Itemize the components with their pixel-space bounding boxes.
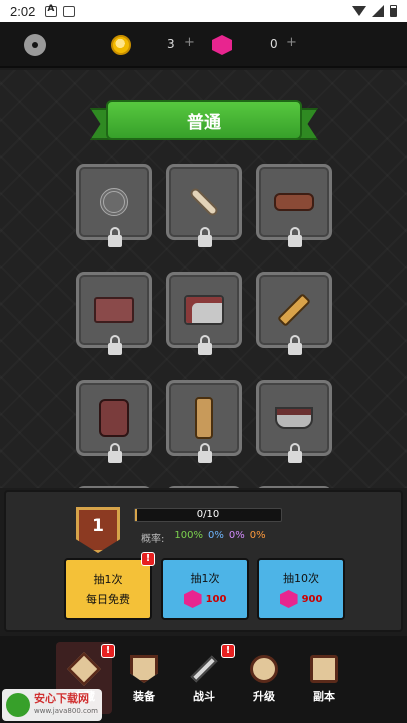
tab-battle-label: 战斗 (193, 690, 215, 703)
tab-dungeon[interactable]: 副本 (296, 642, 352, 714)
treasure-slot[interactable] (76, 164, 152, 247)
pot-icon (275, 407, 313, 429)
bone-icon (188, 186, 220, 218)
barrel-icon (99, 399, 129, 437)
rate-epic: 0% (228, 530, 245, 541)
treasure-slot[interactable] (76, 380, 152, 463)
gem-icon (279, 590, 298, 608)
rarity-banner: 普通 (90, 100, 318, 144)
map-icon (310, 655, 338, 683)
lock-icon (198, 335, 212, 355)
free-draw-title: 抽1次 (93, 573, 123, 586)
wood-log-icon (195, 397, 213, 439)
settings-gear-icon[interactable] (24, 34, 46, 56)
draw-panel: 1 0/10 概率: 100% 0% 0% 0% 抽1次 每日免费 ! 抽1次 … (4, 490, 403, 632)
treasure-slot[interactable] (256, 272, 332, 355)
rarity-banner-label: 普通 (106, 100, 302, 140)
notification-icon (45, 4, 58, 17)
draw-one-button[interactable]: 抽1次 100 (161, 558, 249, 620)
coin-count: 3 (167, 37, 175, 51)
lock-icon (108, 443, 122, 463)
add-coins-button[interactable]: + (184, 35, 195, 50)
watermark: 安心下载网 www.java800.com (2, 689, 102, 721)
lock-icon (288, 335, 302, 355)
currency-bar: 3 + 0 + (0, 22, 407, 68)
free-draw-button[interactable]: 抽1次 每日免费 (64, 558, 152, 620)
rate-common: 100% (174, 530, 203, 541)
book-icon (94, 297, 134, 323)
level-progress-bar: 0/10 (134, 508, 282, 522)
tab-dungeon-label: 副本 (313, 690, 335, 703)
lock-icon (108, 227, 122, 247)
treasure-slot[interactable] (166, 272, 242, 355)
alert-badge: ! (141, 552, 155, 566)
free-draw-subtitle: 每日免费 (86, 593, 130, 606)
signal-icon (372, 5, 384, 17)
belt-icon (274, 193, 314, 211)
tab-upgrade-label: 升级 (253, 690, 275, 703)
image-notification-icon (63, 5, 76, 17)
alert-badge: ! (101, 644, 115, 658)
treasure-slot[interactable] (166, 486, 242, 488)
upgrade-icon (250, 655, 278, 683)
status-bar: 2:02 (0, 0, 407, 22)
watermark-title: 安心下载网 (34, 692, 89, 705)
watermark-text: 安心下载网 www.java800.com (34, 693, 98, 717)
lock-icon (288, 227, 302, 247)
treasure-icon (67, 652, 101, 686)
alert-badge: ! (221, 644, 235, 658)
drop-rate-label: 概率: (141, 534, 165, 545)
equipment-icon (130, 655, 158, 683)
draw-one-title: 抽1次 (190, 572, 220, 585)
lock-icon (198, 227, 212, 247)
machine-icon (184, 295, 224, 325)
gem-icon (212, 35, 232, 55)
treasure-slot[interactable] (256, 380, 332, 463)
treasure-slot[interactable] (76, 272, 152, 355)
draw-one-cost-value: 100 (205, 593, 227, 605)
gem-count: 0 (270, 37, 278, 51)
rate-rare: 0% (207, 530, 224, 541)
treasure-slot[interactable] (166, 164, 242, 247)
coin-icon (111, 35, 131, 55)
level-badge: 1 (76, 507, 120, 553)
draw-one-cost: 100 (183, 590, 227, 608)
draw-ten-cost-value: 900 (301, 593, 323, 605)
treasure-area: 普通 (0, 70, 407, 488)
lock-icon (198, 443, 212, 463)
drop-rates: 概率: 100% 0% 0% 0% (141, 530, 266, 545)
watermark-url: www.java800.com (34, 707, 98, 715)
treasure-slot[interactable] (256, 164, 332, 247)
lock-icon (288, 443, 302, 463)
watermark-logo (6, 693, 30, 717)
treasure-slot[interactable] (76, 486, 152, 488)
wifi-icon (352, 6, 366, 16)
draw-ten-cost: 900 (279, 590, 323, 608)
sword-icon (190, 655, 218, 683)
tab-equipment-label: 装备 (133, 690, 155, 703)
disc-icon (100, 188, 128, 216)
rate-legendary: 0% (249, 530, 266, 541)
treasure-slot[interactable] (166, 380, 242, 463)
pencil-icon (277, 293, 311, 327)
battery-icon (390, 5, 397, 17)
treasure-slot[interactable] (256, 486, 332, 488)
add-gems-button[interactable]: + (286, 35, 297, 50)
draw-ten-title: 抽10次 (283, 572, 319, 585)
gem-icon (183, 590, 202, 608)
tab-upgrade[interactable]: 升级 (236, 642, 292, 714)
lock-icon (108, 335, 122, 355)
status-time: 2:02 (10, 3, 36, 19)
level-progress-text: 0/10 (196, 509, 220, 520)
draw-ten-button[interactable]: 抽10次 900 (257, 558, 345, 620)
tab-equipment[interactable]: 装备 (116, 642, 172, 714)
